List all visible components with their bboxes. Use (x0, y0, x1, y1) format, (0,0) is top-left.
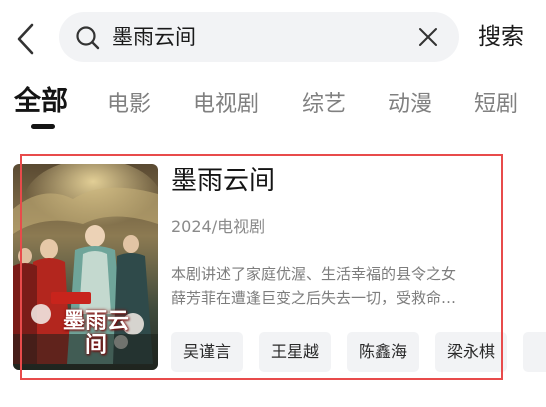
active-tab-indicator (31, 124, 55, 129)
search-icon (76, 26, 100, 50)
cast-chip[interactable]: 陈鑫海 (347, 332, 420, 372)
search-result-card[interactable]: 墨雨云间 墨雨云间 2024/电视剧 本剧讲述了家庭优渥、生活幸福的县令之女 薛… (0, 160, 546, 374)
cast-chip[interactable]: 吴谨言 (171, 332, 244, 372)
tab-movies[interactable]: 电影 (107, 85, 151, 125)
cast-chip[interactable]: 梁永棋 (435, 332, 508, 372)
tab-variety[interactable]: 综艺 (302, 85, 346, 125)
result-description: 本剧讲述了家庭优渥、生活幸福的县令之女 薛芳菲在遭逢巨变之后失去一切，受救命… (171, 262, 516, 310)
cast-list: 吴谨言 王星越 陈鑫海 梁永棋 (171, 332, 546, 372)
cast-chip[interactable]: 王星越 (259, 332, 332, 372)
search-box[interactable] (59, 12, 459, 62)
result-title[interactable]: 墨雨云间 (171, 162, 275, 200)
search-button[interactable]: 搜索 (478, 19, 524, 55)
poster-image[interactable]: 墨雨云间 (13, 164, 158, 370)
description-line-1: 本剧讲述了家庭优渥、生活幸福的县令之女 (171, 265, 457, 283)
chevron-left-icon (17, 23, 34, 55)
search-input[interactable] (112, 12, 402, 62)
tab-tv-series[interactable]: 电视剧 (193, 85, 259, 125)
poster-title-text: 墨雨云间 (62, 309, 129, 358)
tab-all[interactable]: 全部 (14, 82, 68, 122)
result-meta: 2024/电视剧 (171, 217, 266, 236)
category-tabs: 全部 电影 电视剧 综艺 动漫 短剧 (0, 82, 546, 132)
cast-chip-overflow[interactable] (523, 332, 546, 372)
tab-anime[interactable]: 动漫 (388, 85, 432, 125)
clear-icon[interactable] (416, 25, 440, 49)
description-line-2: 薛芳菲在遭逢巨变之后失去一切，受救命… (171, 289, 457, 307)
tab-short-drama[interactable]: 短剧 (474, 85, 518, 125)
back-button[interactable] (12, 22, 42, 56)
